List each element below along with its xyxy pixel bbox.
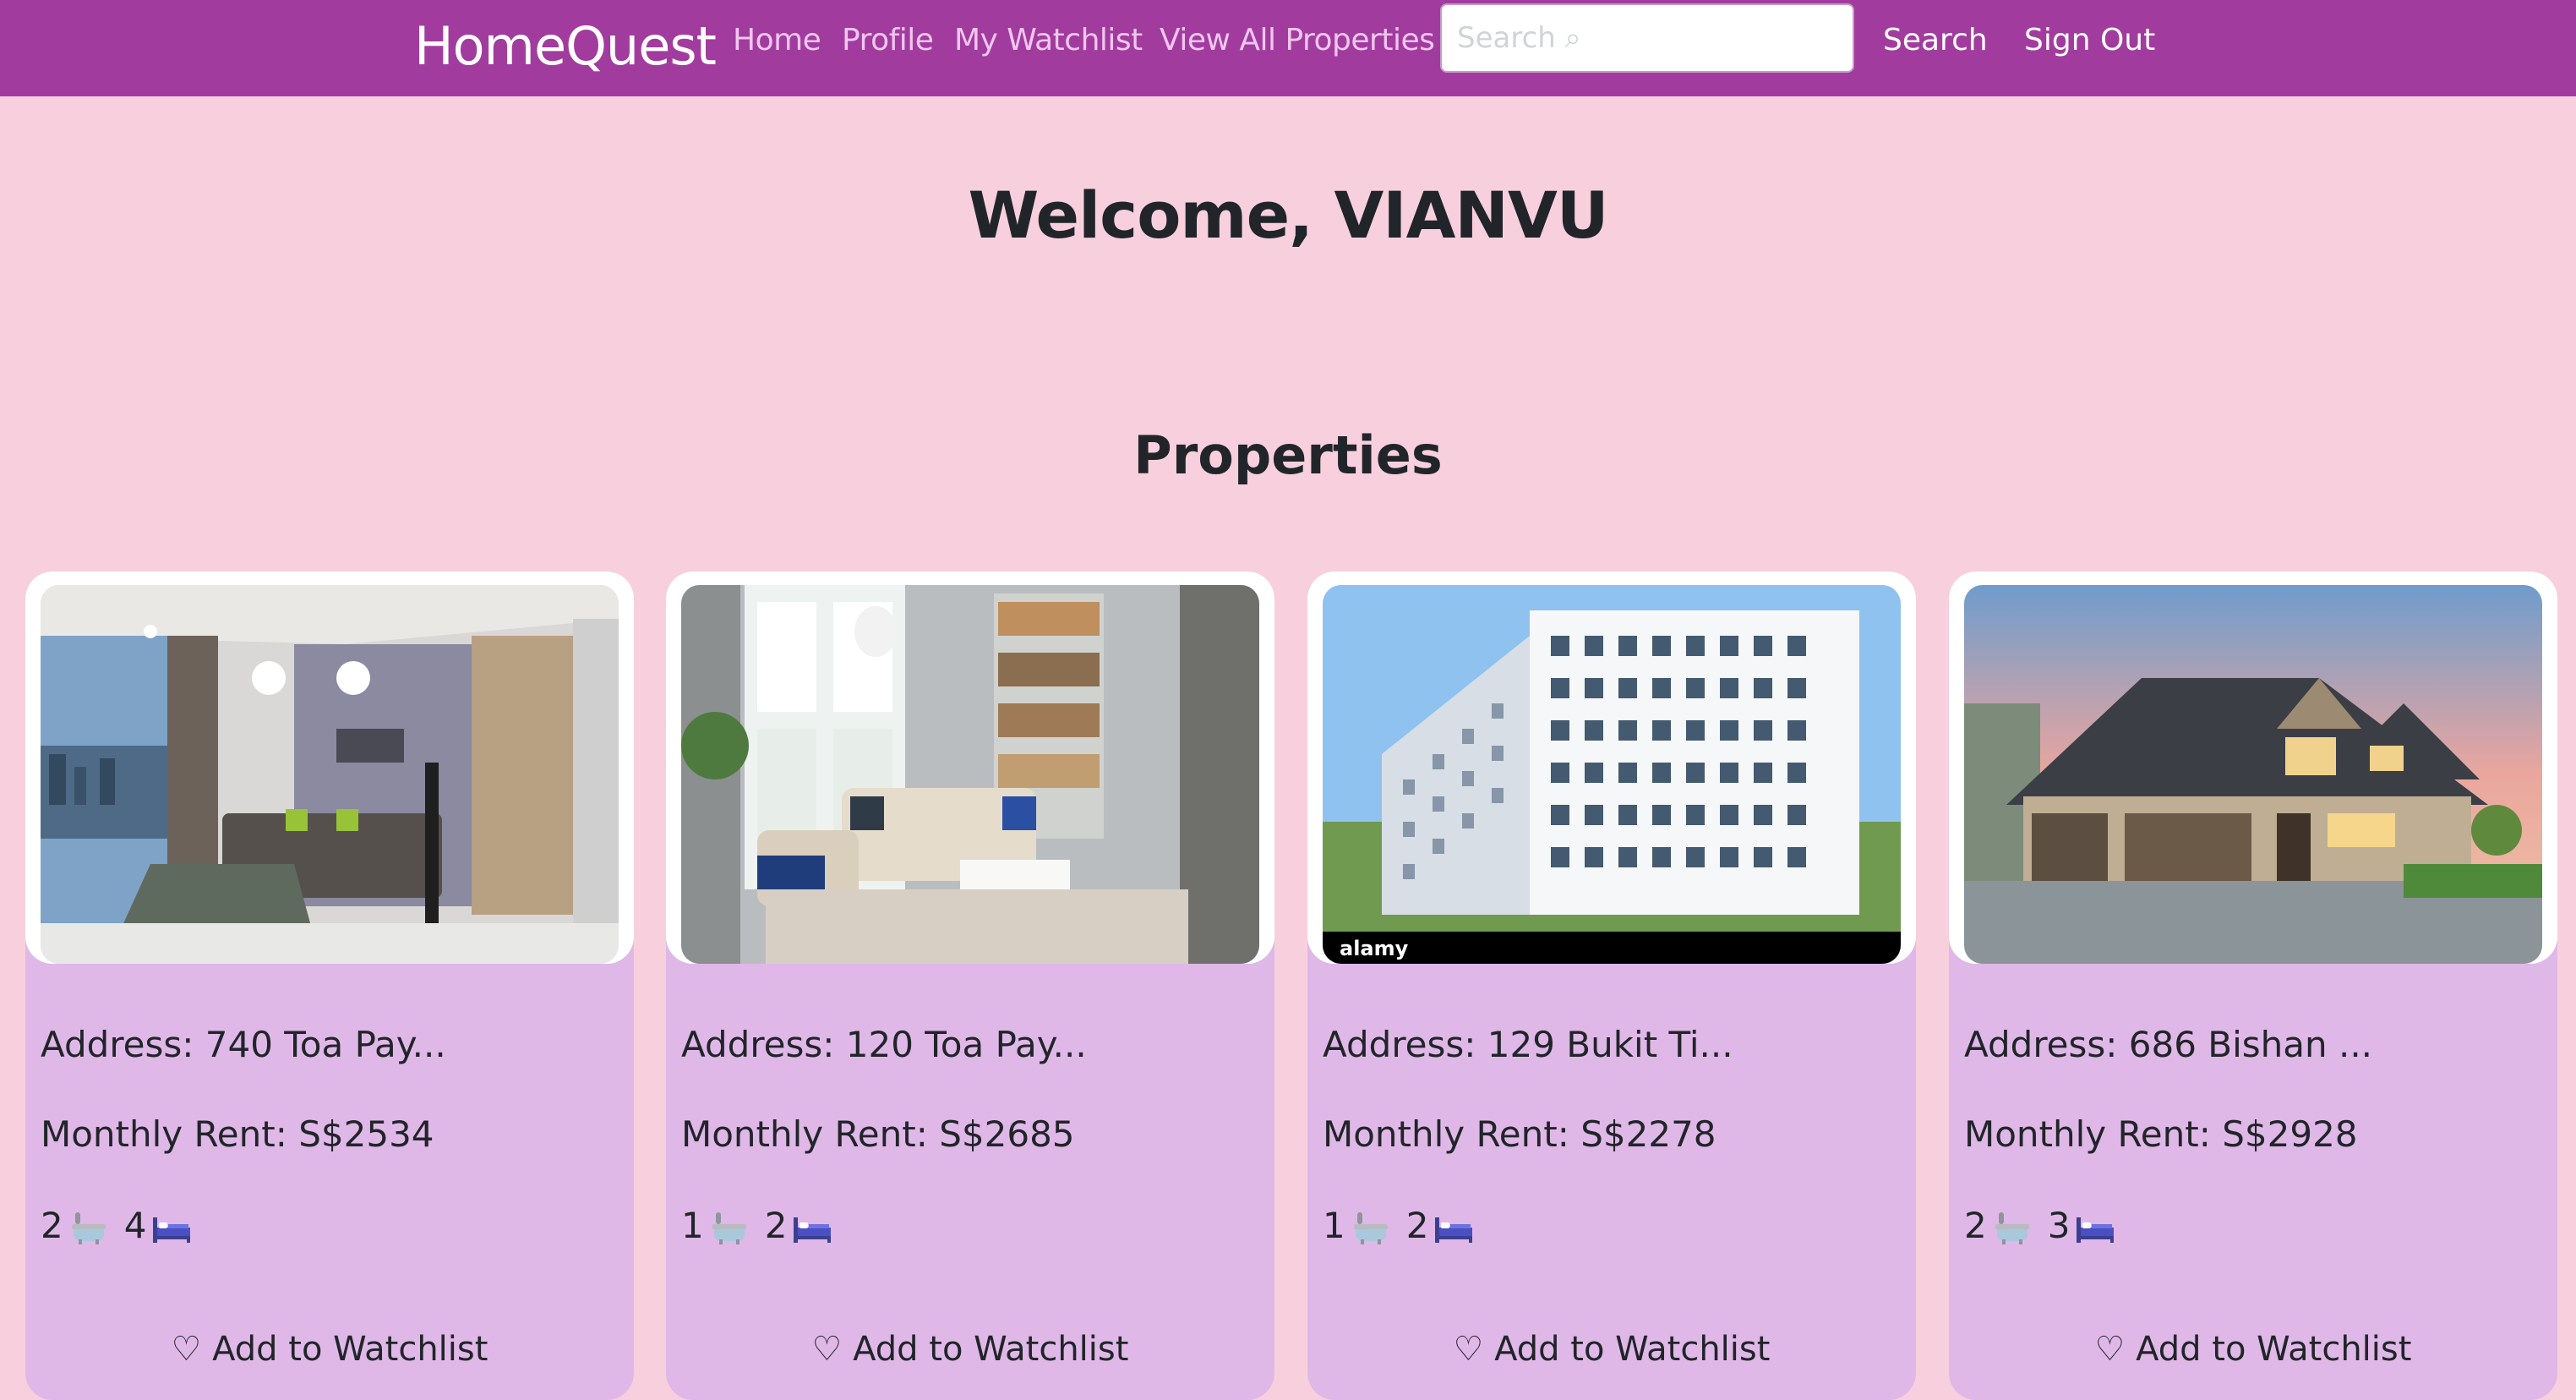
property-features: 1 2 (1323, 1200, 1489, 1251)
welcome-heading: Welcome, VIANVU (968, 178, 1608, 253)
white-apartment-block-photo: alamy (1323, 585, 1901, 964)
svg-text:alamy: alamy (1340, 937, 1409, 960)
property-image-frame (666, 571, 1274, 964)
property-image-frame: alamy (1307, 571, 1916, 964)
bed-count: 2 (1405, 1205, 1429, 1246)
property-address: Address: 740 Toa Pay... (41, 1024, 446, 1065)
property-features: 1 2 (681, 1200, 848, 1251)
nav-link-view-all-properties[interactable]: View All Properties (1160, 17, 1435, 64)
property-image[interactable] (1964, 585, 2542, 964)
bathtub-icon (1351, 1206, 1391, 1246)
properties-heading: Properties (1133, 424, 1443, 486)
property-rent: Monthly Rent: S$2928 (1964, 1113, 2358, 1155)
bath-count: 1 (681, 1205, 704, 1246)
living-room-balcony-photo (41, 585, 619, 964)
add-to-watchlist-button[interactable]: ♡ Add to Watchlist (1307, 1326, 1916, 1373)
property-address: Address: 686 Bishan ... (1964, 1024, 2373, 1065)
bright-living-room-photo (681, 585, 1259, 964)
bathtub-icon (709, 1206, 750, 1246)
property-card (666, 571, 1274, 1400)
property-card (1949, 571, 2557, 1400)
brand-logo[interactable]: HomeQuest (414, 8, 717, 85)
bathtub-icon (68, 1206, 109, 1246)
bed-count: 4 (123, 1205, 147, 1246)
add-to-watchlist-button[interactable]: ♡ Add to Watchlist (25, 1326, 634, 1373)
property-image-frame (1949, 571, 2557, 964)
add-to-watchlist-button[interactable]: ♡ Add to Watchlist (1949, 1326, 2557, 1373)
nav-link-my-watchlist[interactable]: My Watchlist (954, 17, 1143, 64)
property-image[interactable]: alamy (1323, 585, 1901, 964)
property-features: 2 3 (1964, 1200, 2131, 1251)
search-input[interactable] (1440, 3, 1854, 73)
bed-icon (1433, 1206, 1474, 1246)
property-image[interactable] (41, 585, 619, 964)
bed-count: 2 (764, 1205, 788, 1246)
bed-count: 3 (2047, 1205, 2071, 1246)
property-image-frame (25, 571, 634, 964)
add-to-watchlist-button[interactable]: ♡ Add to Watchlist (666, 1326, 1274, 1373)
bath-count: 2 (41, 1205, 63, 1246)
property-card (25, 571, 634, 1400)
property-card: alamy (1307, 571, 1916, 1400)
property-rent: Monthly Rent: S$2278 (1323, 1113, 1716, 1155)
bathtub-icon (1992, 1206, 2033, 1246)
property-rent: Monthly Rent: S$2685 (681, 1113, 1075, 1155)
property-address: Address: 120 Toa Pay... (681, 1024, 1087, 1065)
nav-link-home[interactable]: Home (733, 17, 821, 64)
search-button[interactable]: Search (1883, 17, 1988, 64)
suburban-house-sunset-photo (1964, 585, 2542, 964)
property-address: Address: 129 Bukit Ti... (1323, 1024, 1733, 1065)
sign-out-button[interactable]: Sign Out (2024, 17, 2155, 64)
bed-icon (2075, 1206, 2115, 1246)
bed-icon (151, 1206, 192, 1246)
property-image[interactable] (681, 585, 1259, 964)
bath-count: 1 (1323, 1205, 1345, 1246)
navbar: HomeQuest Home Profile My Watchlist View… (0, 0, 2576, 96)
nav-link-profile[interactable]: Profile (842, 17, 934, 64)
property-rent: Monthly Rent: S$2534 (41, 1113, 434, 1155)
bed-icon (792, 1206, 832, 1246)
bath-count: 2 (1964, 1205, 1987, 1246)
property-features: 2 4 (41, 1200, 207, 1251)
